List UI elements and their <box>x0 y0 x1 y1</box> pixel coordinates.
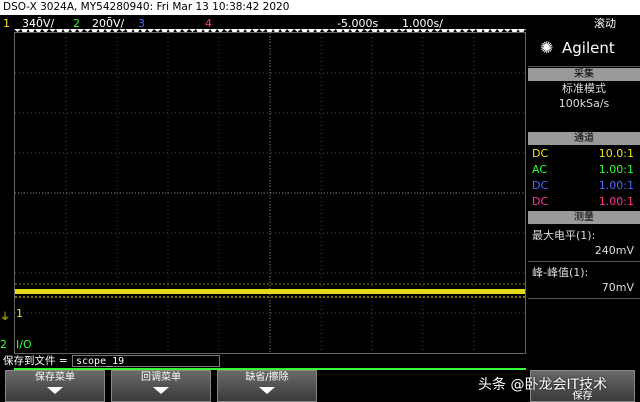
channel-probe-ratio: 10.0:1 <box>598 147 634 160</box>
default-erase-label: 缺省/擦除 <box>245 372 289 383</box>
window-title: DSO-X 3024A, MY54280940: Fri Mar 13 10:3… <box>0 0 640 15</box>
channel-row-1[interactable]: DC 10.0:1 <box>528 146 640 162</box>
measure-header: 测量 <box>528 211 640 224</box>
recall-menu-softkey[interactable]: 回调菜单 <box>111 370 211 402</box>
channel-coupling: AC <box>532 163 548 176</box>
acquire-mode: 标准模式 <box>562 82 606 95</box>
agilent-spark-icon: ✺ <box>540 38 554 57</box>
watermark: 头条 @卧龙会IT技术 <box>478 377 608 393</box>
ch1-number[interactable]: 1 <box>3 15 10 32</box>
ch1-ground-marker[interactable]: ⏚ <box>0 308 10 323</box>
recall-menu-label: 回调菜单 <box>141 372 181 383</box>
brand-name: Agilent <box>562 39 615 57</box>
ch1-trace <box>15 289 525 294</box>
measurement-max-value: 240mV <box>594 244 634 257</box>
channel-coupling: DC <box>532 179 549 192</box>
default-erase-softkey[interactable]: 缺省/擦除 <box>217 370 317 402</box>
measurement-max-label: 最大电平(1): <box>532 229 596 242</box>
save-menu-label: 保存菜单 <box>35 372 75 383</box>
arrow-down-icon <box>259 387 275 394</box>
sample-rate: 100kSa/s <box>558 97 610 110</box>
arrow-down-icon <box>47 387 63 394</box>
waveform-display[interactable] <box>14 32 526 354</box>
measurement-pkpk-value: 70mV <box>601 281 634 294</box>
measurement-pkpk[interactable]: 峰-峰值(1): 70mV <box>528 262 640 299</box>
channel-status-bar: 1 340̄V/ 2 200̄V/ 3 4 -5.000s 1.000s/ 滚动 <box>0 15 640 36</box>
ch1-marker-label: 1 <box>16 307 23 320</box>
measurement-pkpk-label: 峰-峰值(1): <box>532 266 589 279</box>
save-to-file-label: 保存到文件 = <box>3 355 68 367</box>
acquire-header: 采集 <box>528 68 640 81</box>
ch2-marker[interactable]: 2 <box>0 338 7 351</box>
channel-probe-ratio: 1.00:1 <box>598 163 634 176</box>
io-label: I/O <box>16 338 32 351</box>
channel-probe-ratio: 1.00:1 <box>598 179 634 192</box>
channel-coupling: DC <box>532 147 549 160</box>
channel-row-3[interactable]: DC 1.00:1 <box>528 178 640 194</box>
ground-icon: ⏚ <box>0 312 10 323</box>
acquisition-mode-roll: 滚动 <box>594 17 616 30</box>
channel-row-2[interactable]: AC 1.00:1 <box>528 162 640 178</box>
channel-row-4[interactable]: DC 1.00:1 <box>528 194 640 210</box>
save-menu-softkey[interactable]: 保存菜单 <box>5 370 105 402</box>
arrow-down-icon <box>153 387 169 394</box>
brand-area: ✺ Agilent <box>528 32 640 67</box>
acquire-box[interactable]: 标准模式 100kSa/s <box>528 81 640 113</box>
right-info-panel: ✺ Agilent 采集 标准模式 100kSa/s 通道 DC 10.0:1 AC… <box>528 32 640 354</box>
measurement-max[interactable]: 最大电平(1): 240mV <box>528 225 640 262</box>
channel-probe-ratio: 1.00:1 <box>598 195 634 208</box>
graticule <box>15 33 525 353</box>
file-name-bar: 保存到文件 = scope_19 <box>0 354 640 370</box>
channels-header: 通道 <box>528 132 640 145</box>
channel-coupling: DC <box>532 195 549 208</box>
filename-field[interactable]: scope_19 <box>72 355 220 367</box>
